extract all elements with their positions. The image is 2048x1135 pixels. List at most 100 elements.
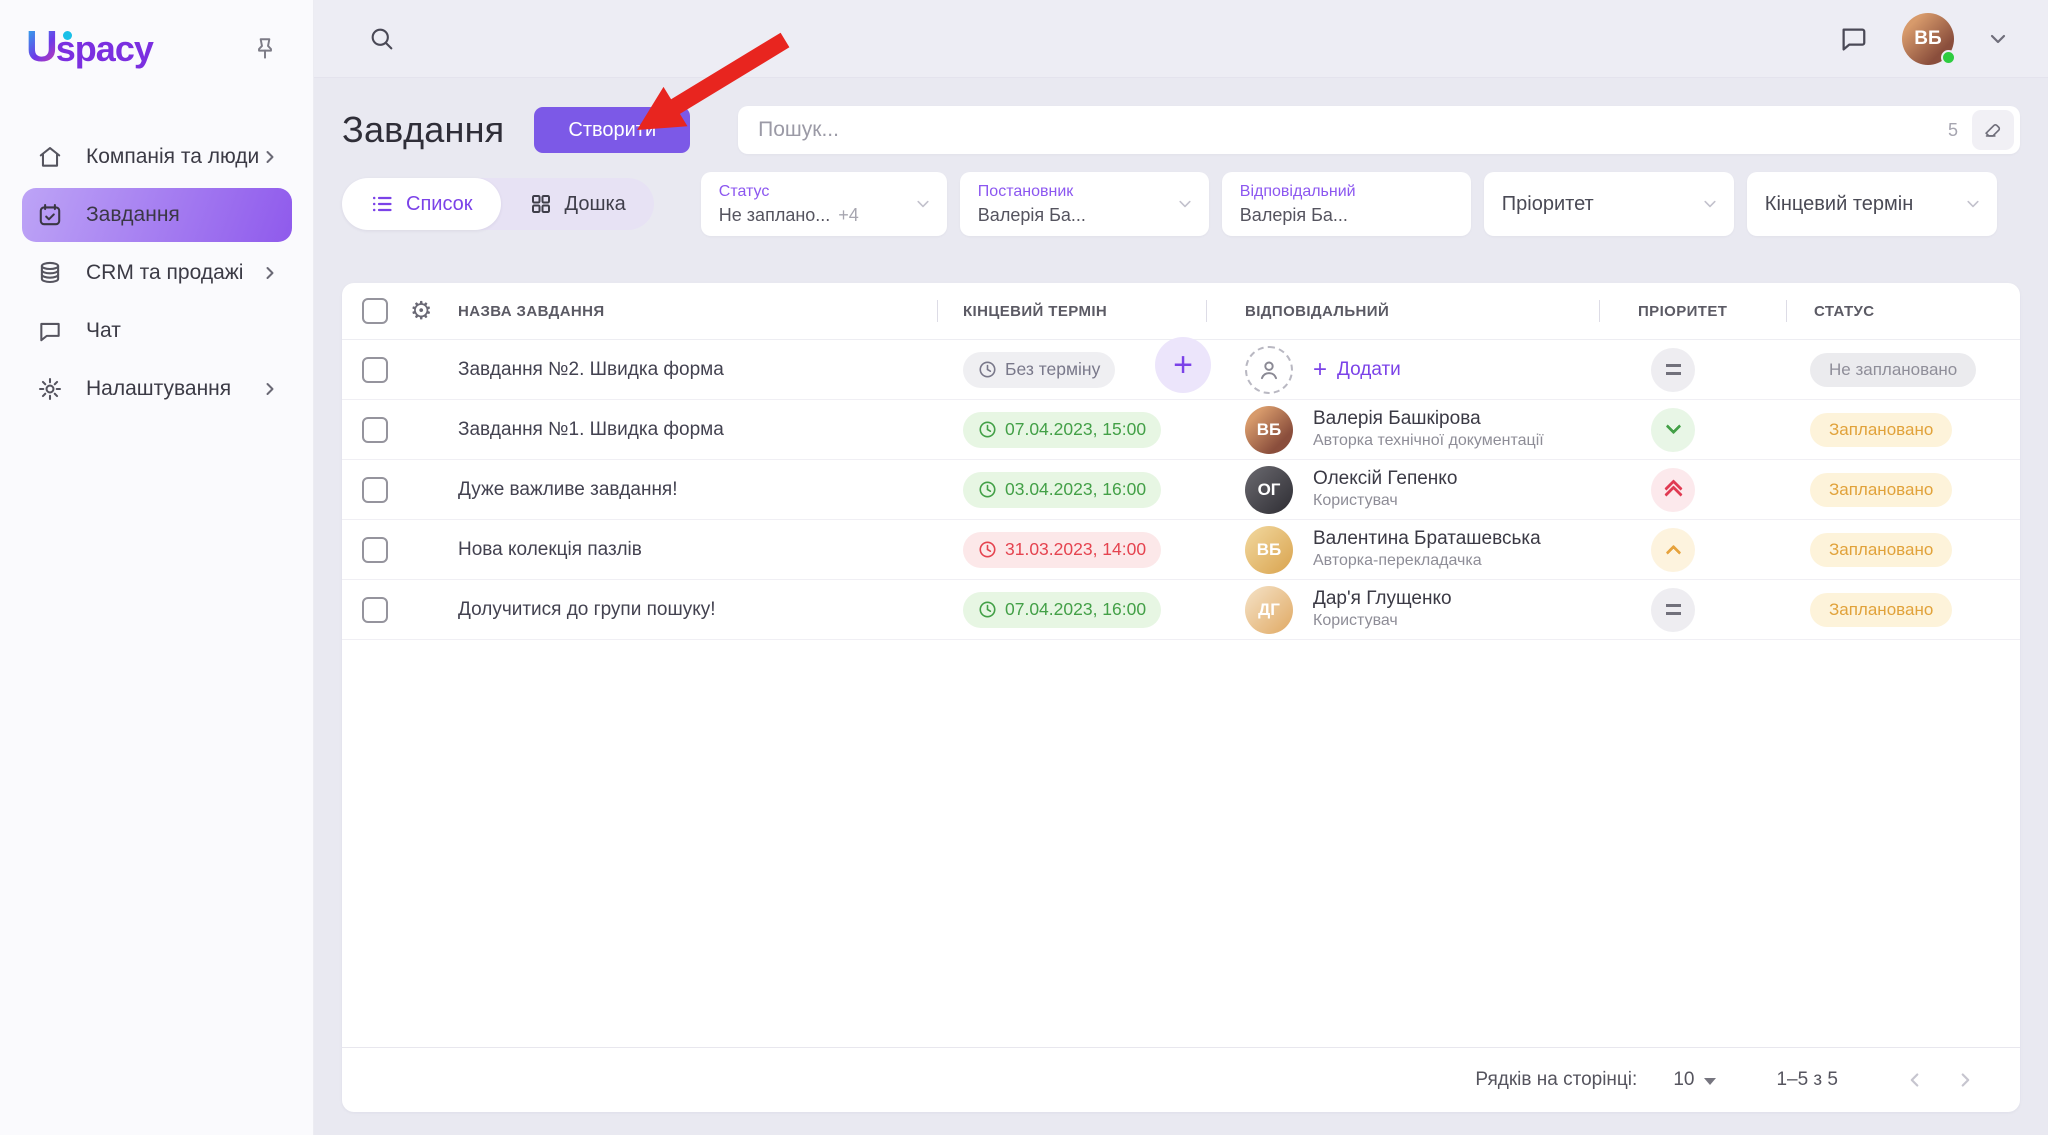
clear-filters-eraser-icon[interactable] xyxy=(1972,110,2014,150)
create-button[interactable]: Створити xyxy=(534,107,691,153)
messages-icon[interactable] xyxy=(1838,24,1868,54)
deadline-pill[interactable]: 07.04.2023, 16:00 xyxy=(963,591,1162,628)
filter-author[interactable]: Постановник Валерія Ба... xyxy=(959,172,1209,236)
row-checkbox[interactable] xyxy=(362,416,388,443)
task-name[interactable]: Нова колекція пазлів xyxy=(452,520,937,579)
status-badge[interactable]: Заплановано xyxy=(1810,532,1953,567)
online-status-dot xyxy=(1941,49,1956,65)
deadline-text: 31.03.2023, 14:00 xyxy=(1005,539,1147,559)
task-search-input[interactable] xyxy=(758,118,1948,142)
priority-badge[interactable] xyxy=(1651,467,1695,512)
chevron-down-icon xyxy=(1163,196,1193,212)
tab-list-view[interactable]: Список xyxy=(342,178,501,230)
responsible-name[interactable]: Олексій Гепенко xyxy=(1313,467,1457,491)
deadline-pill[interactable]: 31.03.2023, 14:00 xyxy=(963,531,1162,568)
row-checkbox[interactable] xyxy=(362,596,388,623)
row-checkbox[interactable] xyxy=(362,356,388,383)
main-area: ВБ Завдання Створити 5 xyxy=(314,0,2048,1135)
task-name[interactable]: Завдання №2. Швидка форма xyxy=(452,340,937,399)
sidebar-item-label: Компанія та люди xyxy=(86,145,260,168)
assignee-placeholder-icon[interactable] xyxy=(1245,345,1293,394)
table-footer: Рядків на сторінці: 10 1–5 з 5 xyxy=(342,1047,2020,1112)
task-name[interactable]: Долучитися до групи пошуку! xyxy=(452,580,937,639)
chevron-down-icon xyxy=(901,196,931,212)
chevron-right-icon xyxy=(262,265,278,281)
profile-chevron-down-icon[interactable] xyxy=(1988,29,2008,49)
deadline-text: 07.04.2023, 16:00 xyxy=(1005,599,1147,619)
status-badge[interactable]: Не заплановано xyxy=(1810,352,1977,387)
prev-page-button[interactable] xyxy=(1890,1069,1940,1091)
tab-label: Дошка xyxy=(564,192,626,215)
column-header-priority[interactable]: ПРІОРИТЕТ xyxy=(1599,283,1786,339)
status-badge[interactable]: Заплановано xyxy=(1810,592,1953,627)
chevron-down-icon xyxy=(1688,196,1718,212)
responsible-name[interactable]: Дар'я Глущенко xyxy=(1313,587,1452,611)
deadline-text: 07.04.2023, 15:00 xyxy=(1005,419,1147,439)
avatar[interactable]: ДГ xyxy=(1245,585,1293,634)
row-checkbox[interactable] xyxy=(362,476,388,503)
columns-settings-gear-icon[interactable]: ⚙ xyxy=(410,298,433,324)
filter-value: Валерія Ба... xyxy=(977,204,1086,225)
user-avatar[interactable]: ВБ xyxy=(1902,12,1956,65)
home-icon xyxy=(36,144,64,170)
rows-per-page-select[interactable]: 10 xyxy=(1673,1069,1717,1091)
logo-dot xyxy=(63,31,72,40)
filter-status[interactable]: Статус Не заплано... +4 xyxy=(700,172,947,236)
avatar[interactable]: ВБ xyxy=(1245,405,1293,454)
status-badge[interactable]: Заплановано xyxy=(1810,472,1953,507)
column-header-deadline[interactable]: КІНЦЕВИЙ ТЕРМІН xyxy=(937,283,1206,339)
column-header-responsible[interactable]: ВІДПОВІДАЛЬНИЙ xyxy=(1206,283,1599,339)
table-row[interactable]: Долучитися до групи пошуку! 07.04.2023, … xyxy=(342,580,2020,640)
task-name[interactable]: Дуже важливе завдання! xyxy=(452,460,937,519)
plus-icon: + xyxy=(1313,355,1328,383)
priority-badge[interactable] xyxy=(1651,347,1695,392)
filter-row: Список Дошка Статус Не заплано... +4 Пос… xyxy=(342,172,2020,236)
responsible-role: Користувач xyxy=(1313,611,1398,629)
table-row[interactable]: Дуже важливе завдання! 03.04.2023, 16:00… xyxy=(342,460,2020,520)
tasks-table: ⚙ НАЗВА ЗАВДАННЯ КІНЦЕВИЙ ТЕРМІН ВІДПОВІ… xyxy=(342,283,2020,1112)
status-badge[interactable]: Заплановано xyxy=(1810,412,1953,447)
avatar[interactable]: ОГ xyxy=(1245,465,1293,514)
column-header-status[interactable]: СТАТУС xyxy=(1786,283,2020,339)
quick-add-button[interactable]: + xyxy=(1155,337,1211,393)
column-header-name[interactable]: НАЗВА ЗАВДАННЯ xyxy=(452,283,937,339)
global-search-icon[interactable] xyxy=(368,25,396,53)
filter-responsible[interactable]: Відповідальний Валерія Ба... xyxy=(1221,172,1471,236)
filter-priority[interactable]: Пріоритет xyxy=(1483,172,1734,236)
task-search-box: 5 xyxy=(738,106,2020,154)
sidebar-item-chat[interactable]: Чат xyxy=(22,304,292,358)
table-row[interactable]: Завдання №1. Швидка форма 07.04.2023, 15… xyxy=(342,400,2020,460)
uspacy-logo[interactable]: U spacy xyxy=(26,22,154,72)
pin-sidebar-icon[interactable] xyxy=(252,36,278,62)
topbar: ВБ xyxy=(314,0,2048,78)
clock-icon xyxy=(979,541,996,558)
table-row[interactable]: Нова колекція пазлів 31.03.2023, 14:00 +… xyxy=(342,520,2020,580)
sidebar-item-settings[interactable]: Налаштування xyxy=(22,362,292,416)
responsible-name[interactable]: Валентина Браташевська xyxy=(1313,527,1541,551)
tab-board-view[interactable]: Дошка xyxy=(501,178,654,230)
responsible-name[interactable]: Валерія Башкірова xyxy=(1313,407,1544,431)
deadline-pill[interactable]: 03.04.2023, 16:00 xyxy=(963,471,1162,508)
filter-value: Валерія Ба... xyxy=(1239,204,1348,225)
add-responsible-button[interactable]: + Додати xyxy=(1313,355,1401,383)
clock-icon xyxy=(979,481,996,498)
priority-badge[interactable] xyxy=(1651,587,1695,632)
filter-deadline[interactable]: Кінцевий термін xyxy=(1746,172,1997,236)
select-all-checkbox[interactable] xyxy=(362,298,388,324)
sidebar-item-crm[interactable]: CRM та продажі xyxy=(22,246,292,300)
next-page-button[interactable] xyxy=(1940,1069,1990,1091)
row-checkbox[interactable] xyxy=(362,536,388,563)
priority-badge[interactable] xyxy=(1651,407,1695,452)
deadline-pill[interactable]: 07.04.2023, 15:00 xyxy=(963,411,1162,448)
sidebar-item-company[interactable]: Компанія та люди xyxy=(22,130,292,184)
responsible-role: Авторка технічної документації xyxy=(1313,431,1544,449)
priority-badge[interactable] xyxy=(1651,527,1695,572)
task-name[interactable]: Завдання №1. Швидка форма xyxy=(452,400,937,459)
list-icon xyxy=(372,196,392,212)
deadline-pill[interactable]: Без терміну xyxy=(963,351,1116,388)
chevron-down-icon xyxy=(1951,196,1981,212)
clock-icon xyxy=(979,361,996,378)
avatar[interactable]: ВБ xyxy=(1245,525,1293,574)
sidebar-item-label: Налаштування xyxy=(86,377,232,400)
sidebar-item-tasks[interactable]: Завдання xyxy=(22,188,292,242)
